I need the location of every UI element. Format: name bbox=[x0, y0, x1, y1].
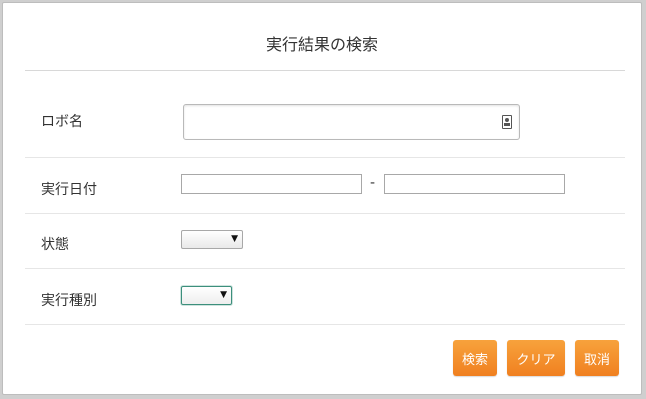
dialog-title: 実行結果の検索 bbox=[265, 35, 378, 54]
exec-date-label: 実行日付 bbox=[41, 182, 97, 198]
dropdown-arrow-icon: ▼ bbox=[220, 290, 227, 300]
exec-type-label: 実行種別 bbox=[41, 293, 97, 309]
row-divider bbox=[25, 324, 625, 325]
robot-name-input[interactable] bbox=[183, 104, 520, 140]
date-range-separator: - bbox=[370, 175, 376, 191]
dropdown-arrow-icon: ▼ bbox=[231, 234, 238, 244]
row-divider bbox=[25, 157, 625, 158]
search-dialog: 実行結果の検索 ロボ名 実行日付 - 状態 ▼ 実行種別 ▼ 検索 クリア 取消 bbox=[2, 2, 642, 395]
clear-button[interactable]: クリア bbox=[507, 340, 565, 376]
status-select[interactable]: ▼ bbox=[181, 230, 243, 249]
row-divider bbox=[25, 268, 625, 269]
cancel-button[interactable]: 取消 bbox=[575, 340, 619, 376]
status-label: 状態 bbox=[41, 237, 69, 253]
exec-date-to-input[interactable] bbox=[384, 174, 565, 194]
robot-name-label: ロボ名 bbox=[41, 114, 83, 130]
contact-card-icon[interactable] bbox=[502, 115, 512, 129]
search-button[interactable]: 検索 bbox=[453, 340, 497, 376]
title-divider bbox=[25, 70, 625, 71]
exec-type-select[interactable]: ▼ bbox=[181, 286, 232, 305]
row-divider bbox=[25, 213, 625, 214]
exec-date-from-input[interactable] bbox=[181, 174, 362, 194]
